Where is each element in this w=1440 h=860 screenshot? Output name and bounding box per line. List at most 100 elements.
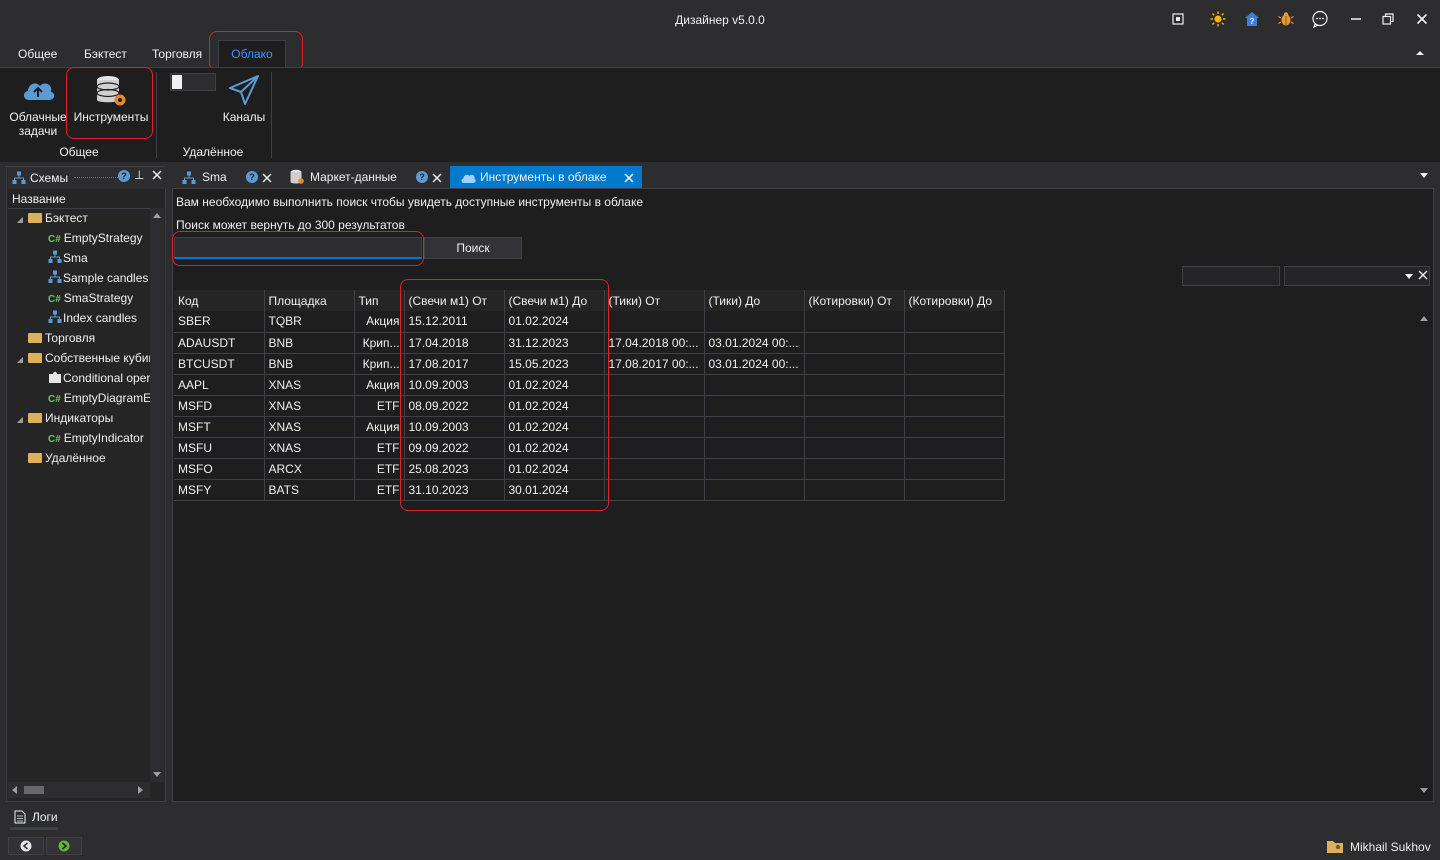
forward-button[interactable] (46, 837, 82, 855)
pin-icon[interactable]: ⊥ (134, 168, 144, 182)
theme-sun-icon[interactable] (1208, 9, 1228, 29)
logs-label: Логи (32, 810, 58, 824)
scroll-down-icon[interactable] (153, 772, 161, 777)
table-cell (604, 395, 705, 417)
tree-item[interactable]: C#EmptyDiagramElement (12, 388, 150, 408)
menu-tab-trading[interactable]: Торговля (146, 44, 208, 66)
doc-tab-label: Маркет-данные (310, 170, 397, 184)
table-cell: Акция (354, 374, 405, 396)
scroll-up-icon[interactable] (1420, 316, 1428, 321)
table-cell: ETF (354, 479, 405, 501)
tree-item[interactable]: ◢ Бэктест (12, 208, 150, 228)
scroll-up-icon[interactable] (153, 213, 161, 218)
table-cell: MSFO (174, 458, 265, 480)
help-icon[interactable]: ? (118, 170, 130, 182)
tree-item[interactable]: Sample candles (12, 268, 150, 288)
tree-horizontal-scrollbar[interactable] (8, 782, 150, 798)
filter-input[interactable] (1182, 266, 1280, 286)
user-name[interactable]: Mikhail Sukhov (1350, 840, 1431, 854)
column-header[interactable]: (Тики) От (604, 290, 705, 311)
search-button[interactable]: Поиск (424, 237, 522, 259)
tree-item-label: Sma (63, 251, 88, 265)
logs-tab[interactable]: Логи (10, 808, 60, 828)
tree-item[interactable]: C# EmptyIndicator (12, 428, 150, 448)
column-header[interactable]: (Котировки) От (804, 290, 905, 311)
scroll-right-icon[interactable] (138, 786, 143, 794)
back-button[interactable] (8, 837, 44, 855)
scroll-thumb[interactable] (24, 786, 44, 794)
folder-icon (28, 453, 42, 463)
tree-item-label: Торговля (45, 331, 96, 345)
tree-item-label: EmptyStrategy (63, 231, 143, 245)
cloud-tasks-button[interactable]: Облачные задачи (6, 72, 70, 142)
tabs-overflow-icon[interactable] (1420, 173, 1428, 178)
column-header[interactable]: Тип (354, 290, 405, 311)
puzzle-icon (48, 370, 61, 383)
restore-icon[interactable] (1378, 9, 1398, 29)
doc-tab-market-data[interactable]: Маркет-данные ? (282, 166, 446, 188)
bug-report-icon[interactable] (1276, 9, 1296, 29)
tree-item[interactable]: C# SmaStrategy (12, 288, 150, 308)
table-cell (804, 395, 905, 417)
tab-close-icon[interactable] (260, 170, 274, 184)
tree-item[interactable]: Conditional operator (12, 368, 150, 388)
column-header[interactable]: Код (174, 290, 265, 311)
cloud-icon (460, 170, 476, 184)
tab-close-icon[interactable] (622, 170, 636, 184)
column-header[interactable]: (Тики) До (704, 290, 805, 311)
channels-button[interactable]: Каналы (218, 72, 270, 128)
help-icon[interactable]: ? (416, 171, 428, 183)
doc-tab-sma[interactable]: Sma ? (174, 166, 274, 188)
tab-close-icon[interactable] (430, 170, 444, 184)
help-icon[interactable]: ? (246, 171, 258, 183)
clear-filter-icon[interactable] (1417, 269, 1429, 281)
highlight-cloud-tab (209, 31, 303, 71)
schemas-panel-title: Схемы (30, 171, 69, 185)
tree-item[interactable]: ◢ Собственные кубики (12, 348, 150, 368)
scroll-left-icon[interactable] (12, 786, 17, 794)
tree-item[interactable]: ◢ Индикаторы (12, 408, 150, 428)
tree-item[interactable]: Удалённое (12, 448, 150, 468)
table-cell (704, 395, 805, 417)
tree-item[interactable]: Торговля (12, 328, 150, 348)
collapse-ribbon-icon[interactable] (1412, 46, 1428, 60)
scroll-down-icon[interactable] (1420, 788, 1428, 793)
doc-tab-label: Sma (202, 170, 227, 184)
filter-dropdown[interactable] (1284, 266, 1430, 286)
tree-item-label: Индикаторы (45, 411, 114, 425)
help-home-icon[interactable]: ? (1242, 9, 1262, 29)
table-cell: ARCX (264, 458, 355, 480)
tree-item[interactable]: C# EmptyStrategy (12, 228, 150, 248)
table-cell: MSFU (174, 437, 265, 459)
menu-tab-general[interactable]: Общее (12, 44, 63, 66)
fullscreen-icon[interactable] (1168, 9, 1188, 29)
table-cell (904, 311, 1005, 333)
table-cell (904, 416, 1005, 438)
channels-label: Каналы (222, 110, 266, 124)
status-bar (0, 802, 1440, 860)
expand-arrow-icon[interactable]: ◢ (12, 350, 28, 368)
schema-icon (48, 270, 62, 283)
tree-item-label: SmaStrategy (63, 291, 134, 305)
close-icon[interactable] (1412, 9, 1432, 29)
minimize-icon[interactable] (1346, 9, 1366, 29)
chat-icon[interactable] (1310, 9, 1330, 29)
column-header[interactable]: Площадка (264, 290, 355, 311)
tree-vertical-scrollbar[interactable] (150, 208, 164, 782)
table-cell: Акция (354, 416, 405, 438)
tree-item[interactable]: Sma (12, 248, 150, 268)
expand-arrow-icon[interactable]: ◢ (12, 410, 28, 428)
tree-item[interactable]: Index candles (12, 308, 150, 328)
tree-item-label: Conditional operator (63, 371, 150, 385)
table-cell (704, 479, 805, 501)
table-cell (804, 458, 905, 480)
remote-toggle[interactable] (170, 73, 216, 91)
menu-tab-backtest[interactable]: Бэктест (78, 44, 133, 66)
doc-tab-cloud-instruments[interactable]: Инструменты в облаке (450, 166, 642, 188)
tree-item-label: Index candles (63, 311, 138, 325)
grid-vertical-scrollbar[interactable] (1416, 310, 1432, 800)
panel-close-icon[interactable] (150, 168, 164, 182)
column-header[interactable]: (Котировки) До (904, 290, 1005, 311)
expand-arrow-icon[interactable]: ◢ (12, 210, 28, 228)
table-cell: XNAS (264, 416, 355, 438)
